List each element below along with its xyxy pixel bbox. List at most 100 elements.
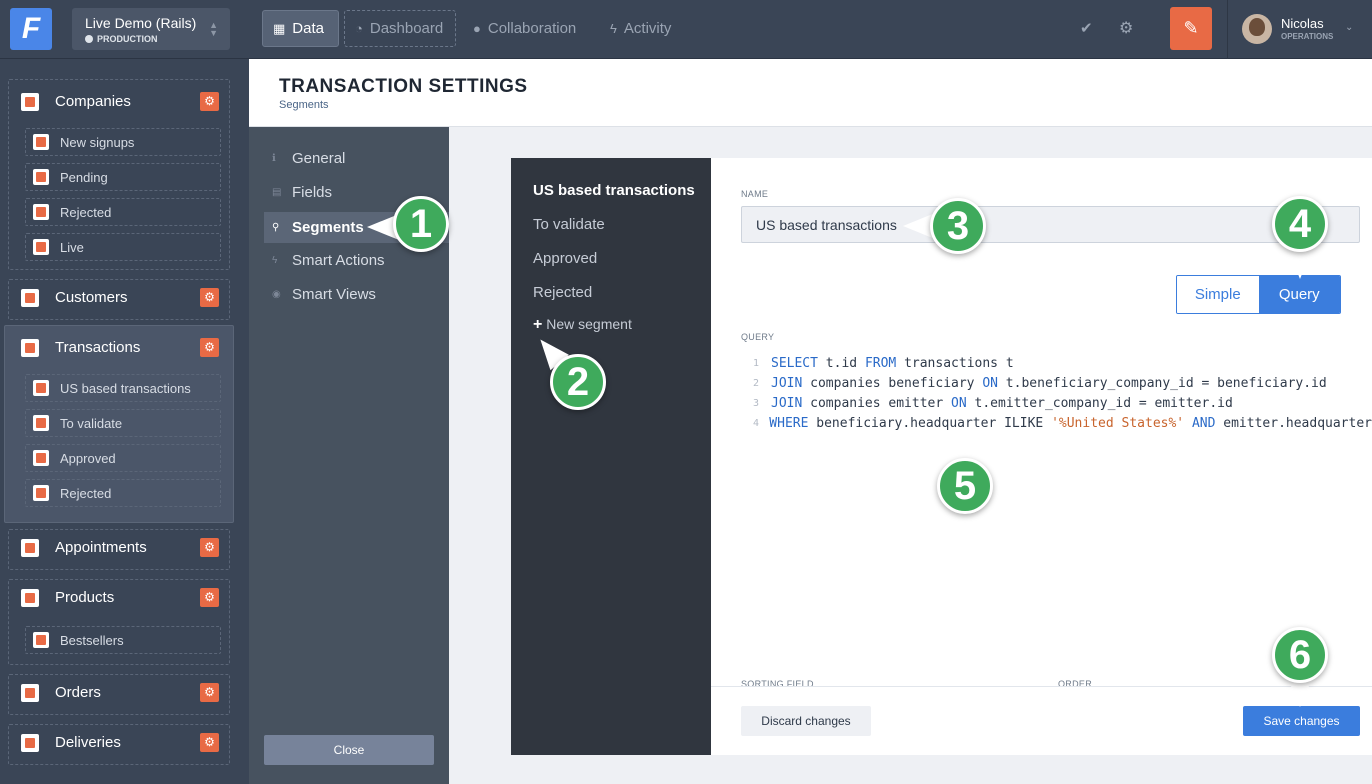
simple-mode-button[interactable]: Simple	[1177, 276, 1259, 313]
sidebar-item-label: Appointments	[55, 539, 147, 556]
check-icon[interactable]: ✔	[1080, 19, 1093, 37]
settings-nav-general[interactable]: ℹ General	[264, 143, 449, 174]
sidebar-segment[interactable]: Bestsellers	[25, 626, 221, 654]
segment-label: Live	[60, 240, 84, 255]
file-icon: ▤	[272, 187, 282, 198]
collection-icon	[21, 589, 39, 607]
segment-list-item[interactable]: Approved	[533, 250, 597, 267]
sidebar-segment[interactable]: Rejected	[25, 198, 221, 226]
gear-icon[interactable]: ⚙	[200, 683, 219, 702]
query-token: beneficiary.headquarter ILIKE	[808, 416, 1052, 431]
segment-label: US based transactions	[60, 381, 191, 396]
query-editor[interactable]: 1 SELECT t.id FROM transactions t 2 JOIN co…	[741, 354, 1372, 444]
line-number: 3	[753, 398, 760, 409]
settings-nav-smart-views[interactable]: ◉ Smart Views	[264, 279, 449, 310]
segment-list-item[interactable]: US based transactions	[533, 182, 695, 199]
query-token: t.id	[817, 356, 865, 371]
segment-label: New signups	[60, 135, 135, 150]
query-token: companies beneficiary	[802, 376, 983, 391]
avatar[interactable]	[1242, 14, 1272, 44]
save-changes-button[interactable]: Save changes	[1243, 706, 1360, 736]
settings-nav-label: Smart Views	[292, 286, 376, 303]
collection-icon	[21, 339, 39, 357]
discard-changes-button[interactable]: Discard changes	[741, 706, 871, 736]
new-segment-button[interactable]: + New segment	[533, 316, 632, 334]
plus-icon: +	[533, 316, 543, 333]
gear-icon[interactable]: ⚙	[200, 588, 219, 607]
query-token: '%United States%'	[1051, 416, 1185, 431]
collection-icon	[21, 93, 39, 111]
sidebar-item-products[interactable]: Products ⚙	[9, 576, 229, 622]
gear-icon[interactable]: ⚙	[200, 733, 219, 752]
chevron-updown-icon: ▲ ▼	[209, 20, 218, 38]
user-name[interactable]: Nicolas	[1281, 16, 1324, 31]
bolt-icon: ϟ	[272, 255, 278, 266]
collection-icon	[21, 289, 39, 307]
sidebar-segment[interactable]: US based transactions	[25, 374, 221, 402]
segment-icon	[33, 134, 49, 150]
query-token: transactions t	[896, 356, 1014, 371]
query-token: t.beneficiary_company_id = beneficiary.i…	[997, 376, 1327, 391]
query-token: AND	[1191, 416, 1216, 431]
gear-icon[interactable]: ⚙	[200, 92, 219, 111]
segment-label: To validate	[60, 416, 123, 431]
app-logo[interactable]: F	[10, 8, 52, 50]
query-token: emitter.headquarter	[1215, 416, 1372, 431]
eye-icon: ◉	[272, 289, 281, 300]
bolt-icon: ϟ	[610, 21, 617, 36]
gear-icon[interactable]: ⚙	[200, 538, 219, 557]
query-token: FROM	[864, 356, 897, 371]
segment-list-item[interactable]: Rejected	[533, 284, 592, 301]
gear-icon[interactable]: ⚙	[200, 338, 219, 357]
settings-nav-label: Smart Actions	[292, 252, 385, 269]
sidebar-item-companies[interactable]: Companies ⚙	[9, 80, 229, 128]
nav-tab-dashboard[interactable]: ◔ Dashboard	[344, 10, 456, 47]
segment-name-input[interactable]	[741, 206, 1360, 243]
query-token: t.emitter_company_id = emitter.id	[966, 396, 1233, 411]
sidebar-segment[interactable]: New signups	[25, 128, 221, 156]
sidebar-segment[interactable]: To validate	[25, 409, 221, 437]
nav-tab-label: Activity	[623, 20, 672, 37]
sidebar-item-customers[interactable]: Customers ⚙	[9, 276, 229, 317]
sidebar-segment[interactable]: Approved	[25, 444, 221, 472]
table-icon: ▦	[273, 20, 286, 36]
sidebar-item-deliveries[interactable]: Deliveries ⚙	[9, 721, 229, 762]
sidebar-segment[interactable]: Live	[25, 233, 221, 261]
gear-icon[interactable]: ⚙	[200, 288, 219, 307]
callout-badge-4: 4	[1272, 196, 1328, 252]
sidebar-item-label: Customers	[55, 289, 128, 306]
callout-badge-1: 1	[393, 196, 449, 252]
query-token: WHERE	[769, 416, 809, 431]
chevron-down-icon[interactable]: ⌄	[1345, 22, 1353, 33]
close-button[interactable]: Close	[264, 735, 434, 765]
nav-tab-activity[interactable]: ϟ Activity	[600, 10, 681, 47]
segment-list: US based transactions To validate Approv…	[511, 158, 711, 755]
brush-icon: ✎	[1183, 18, 1199, 38]
collection-icon	[21, 539, 39, 557]
sidebar-segment[interactable]: Rejected	[25, 479, 221, 507]
page-title: TRANSACTION SETTINGS	[279, 76, 528, 97]
nav-tab-data[interactable]: ▦ Data	[262, 10, 339, 47]
sidebar-group-companies: Companies ⚙ New signups Pending Rejected…	[8, 79, 230, 270]
nav-tab-label: Collaboration	[487, 20, 577, 37]
collections-sidebar: Companies ⚙ New signups Pending Rejected…	[0, 59, 249, 784]
segment-icon	[33, 204, 49, 220]
segment-label: Rejected	[60, 486, 112, 501]
sidebar-group-transactions: Transactions ⚙ US based transactions To …	[4, 325, 234, 523]
query-mode-button[interactable]: Query	[1258, 276, 1340, 313]
callout-badge-3: 3	[930, 198, 986, 254]
settings-nav-label: Fields	[292, 184, 333, 201]
breadcrumb: Segments	[279, 99, 329, 111]
segment-list-item[interactable]: To validate	[533, 216, 605, 233]
layout-editor-button[interactable]: ✎	[1170, 7, 1212, 50]
environment-label: PRODUCTION	[97, 34, 158, 44]
nav-tab-collaboration[interactable]: ● Collaboration	[463, 10, 586, 47]
sidebar-item-appointments[interactable]: Appointments ⚙	[9, 526, 229, 567]
sidebar-segment[interactable]: Pending	[25, 163, 221, 191]
query-token: SELECT	[771, 356, 818, 371]
environment-selector[interactable]: Live Demo (Rails) PRODUCTION ▲ ▼	[72, 8, 230, 50]
gear-icon[interactable]: ⚙	[1119, 18, 1133, 38]
sidebar-item-orders[interactable]: Orders ⚙	[9, 671, 229, 712]
segment-icon	[33, 380, 49, 396]
sidebar-item-transactions[interactable]: Transactions ⚙	[5, 326, 233, 374]
